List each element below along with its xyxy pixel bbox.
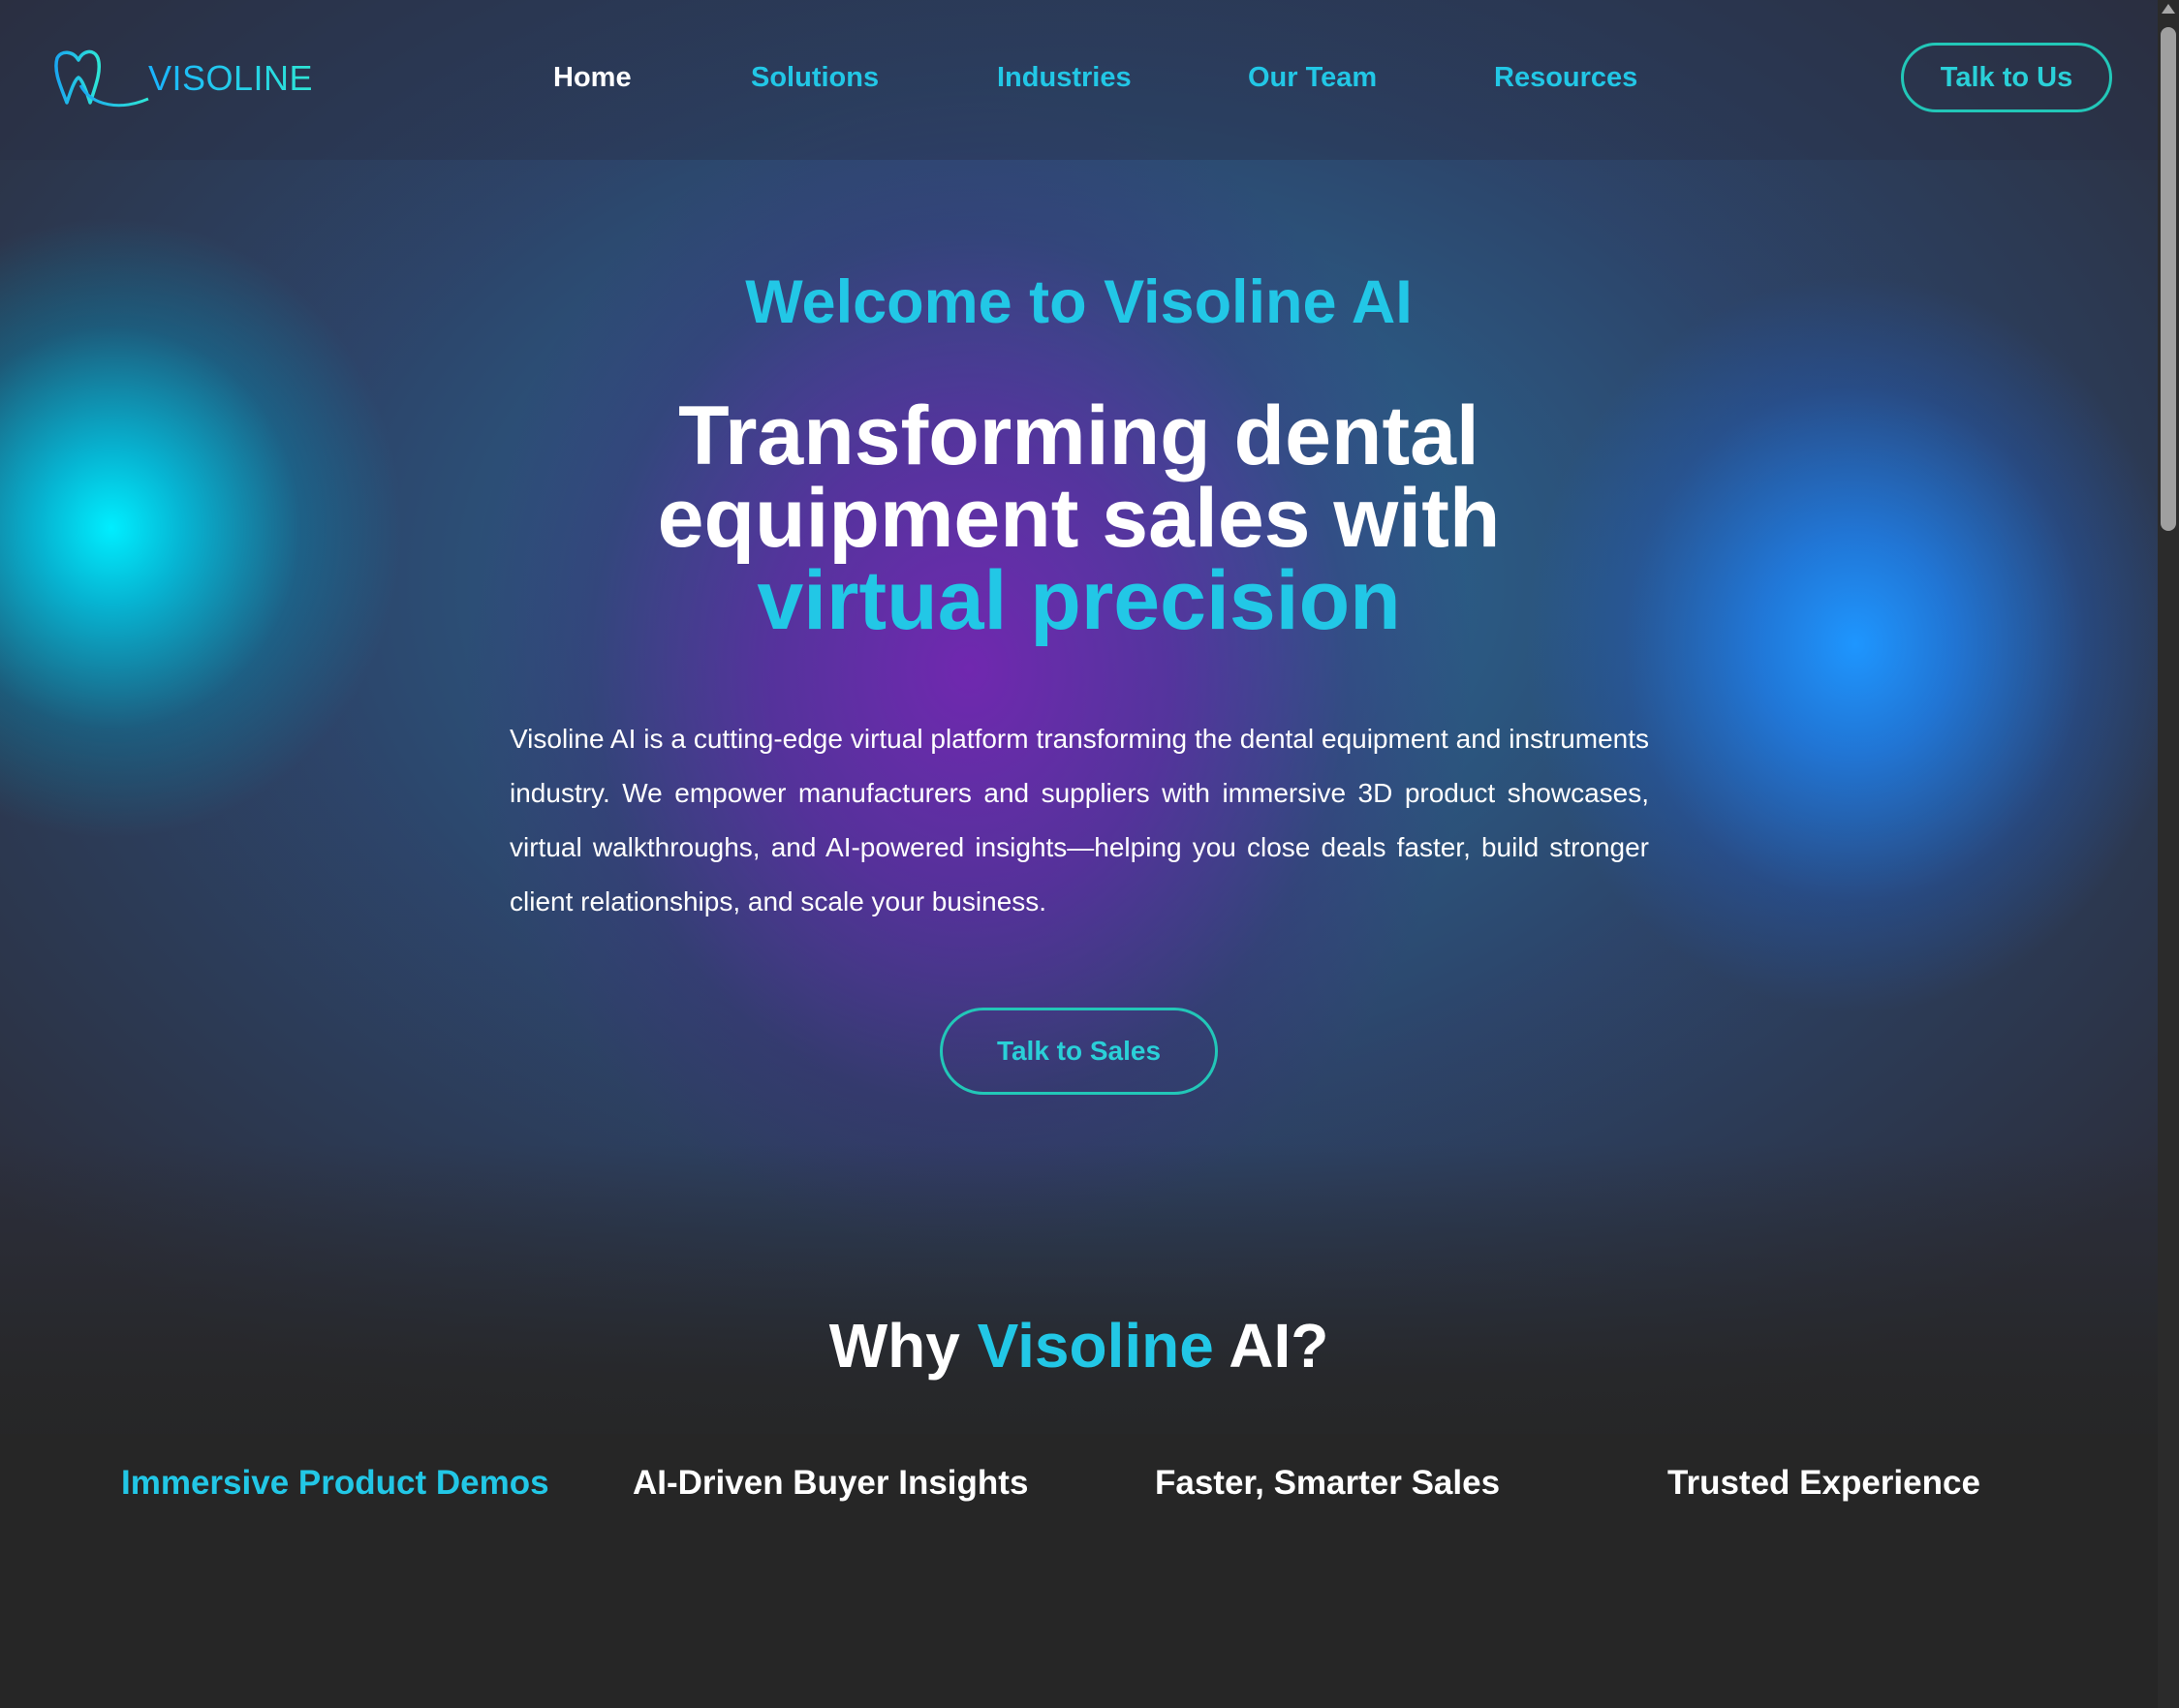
brand-logo-text: VISOLINE [148,58,314,98]
feature-tab-trusted-experience[interactable]: Trusted Experience [1667,1464,1980,1503]
hero-headline: Transforming dental equipment sales with… [0,394,2158,642]
nav-item-home[interactable]: Home [553,62,632,94]
scroll-up-arrow-icon[interactable] [2162,4,2175,14]
hero-headline-line2: equipment sales with [657,472,1501,565]
nav-item-resources[interactable]: Resources [1494,62,1637,94]
brand-logo[interactable]: VISOLINE [53,47,313,110]
nav-item-industries[interactable]: Industries [997,62,1132,94]
hero-headline-line1: Transforming dental [678,389,1479,482]
talk-to-us-button[interactable]: Talk to Us [1901,43,2112,112]
why-title-prefix: Why [828,1311,978,1381]
hero-welcome-title: Welcome to Visoline AI [745,268,1413,336]
tooth-logo-icon [54,49,149,108]
hero-fade [0,1143,2158,1473]
why-section-title: Why Visoline AI? [0,1310,2158,1382]
talk-to-sales-button[interactable]: Talk to Sales [940,1008,1218,1095]
feature-tab-ai-driven-buyer-insights[interactable]: AI-Driven Buyer Insights [633,1464,1028,1503]
feature-tab-faster-smarter-sales[interactable]: Faster, Smarter Sales [1155,1464,1500,1503]
nav-item-solutions[interactable]: Solutions [751,62,879,94]
why-title-suffix: AI? [1213,1311,1329,1381]
hero-intro-text: Visoline AI is a cutting-edge virtual pl… [510,724,1649,916]
nav-item-our-team[interactable]: Our Team [1248,62,1377,94]
scrollbar-thumb[interactable] [2161,27,2176,531]
vertical-scrollbar[interactable] [2158,0,2179,1708]
hero-headline-accent: virtual precision [757,554,1401,647]
feature-tab-immersive-product-demos[interactable]: Immersive Product Demos [121,1464,549,1503]
why-title-accent: Visoline [977,1311,1214,1381]
top-navigation-bar: VISOLINE Home Solutions Industries Our T… [0,0,2158,160]
